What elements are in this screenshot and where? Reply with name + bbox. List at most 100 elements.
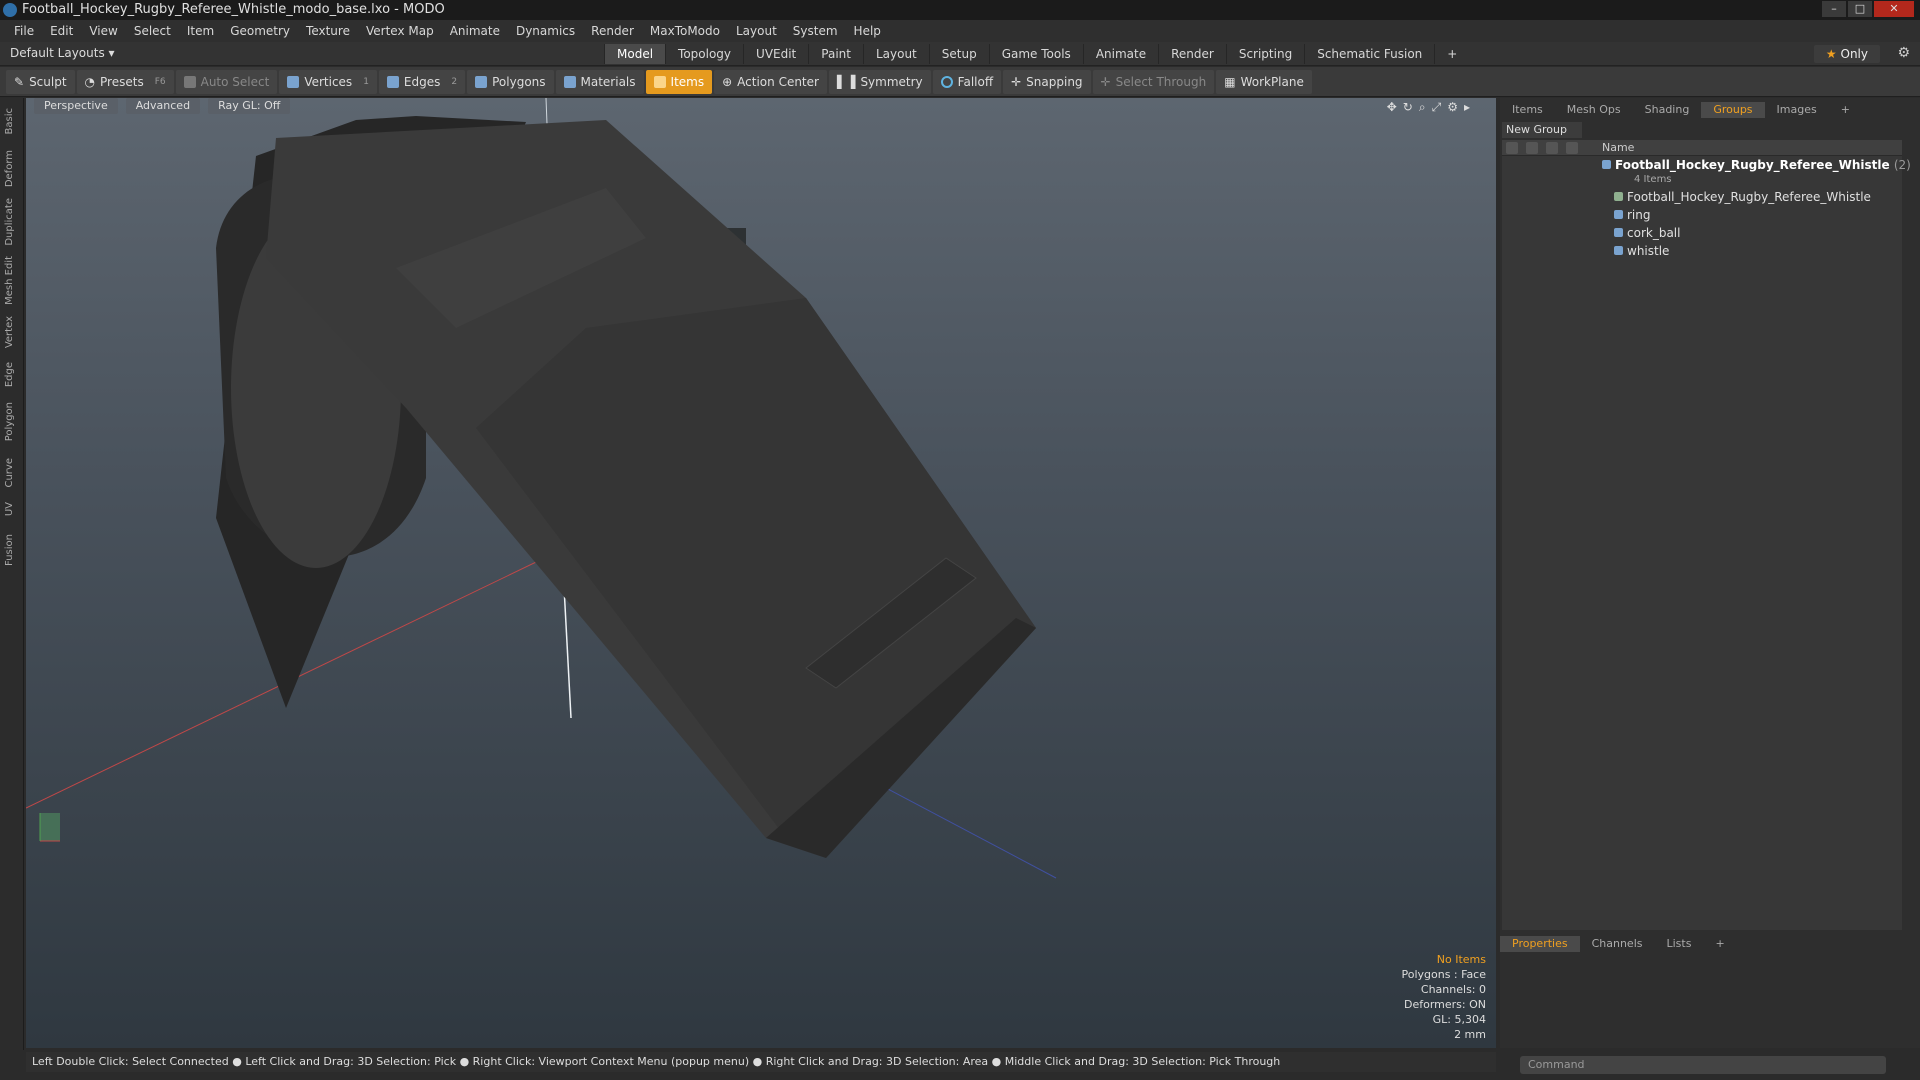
menu-geometry[interactable]: Geometry xyxy=(222,24,298,38)
move-view-icon[interactable]: ✥ xyxy=(1387,100,1403,114)
fit-icon[interactable]: ⤢ xyxy=(1432,100,1448,114)
menu-vertex-map[interactable]: Vertex Map xyxy=(358,24,442,38)
new-group-button[interactable]: New Group xyxy=(1502,122,1582,138)
stat-deformers: Deformers: ON xyxy=(1404,998,1486,1011)
viewport-gear-icon[interactable]: ⚙ xyxy=(1447,100,1464,114)
items-button[interactable]: Items xyxy=(645,69,713,94)
add-bottom-tab-button[interactable]: + xyxy=(1703,936,1736,952)
tab-channels[interactable]: Channels xyxy=(1580,936,1655,952)
tab-render[interactable]: Render xyxy=(1158,44,1226,64)
workplane-button[interactable]: ▦ WorkPlane xyxy=(1216,69,1312,94)
view-type-dropdown[interactable]: Perspective xyxy=(34,98,118,114)
close-button[interactable]: ✕ xyxy=(1874,1,1914,17)
right-panel-tabs: Items Mesh Ops Shading Groups Images + xyxy=(1500,102,1862,118)
tab-deform[interactable]: Deform xyxy=(4,150,15,187)
sculpt-button[interactable]: ✎ Sculpt xyxy=(6,69,75,94)
polygons-icon xyxy=(475,75,488,88)
polygons-button[interactable]: Polygons xyxy=(467,69,554,94)
raygl-toggle[interactable]: Ray GL: Off xyxy=(208,98,291,114)
edges-button[interactable]: Edges 2 xyxy=(378,69,466,94)
tab-items[interactable]: Items xyxy=(1500,102,1555,118)
scene-canvas[interactable] xyxy=(26,98,1496,1048)
gear-icon[interactable]: ⚙ xyxy=(1897,45,1910,61)
render-column-icon[interactable] xyxy=(1526,142,1538,154)
menu-file[interactable]: File xyxy=(6,24,42,38)
3d-viewport[interactable]: Perspective Advanced Ray GL: Off ✥↻⌕⤢⚙▸ … xyxy=(26,98,1496,1048)
tab-properties[interactable]: Properties xyxy=(1500,936,1580,952)
expand-arrow-icon[interactable]: ▸ xyxy=(1464,100,1476,114)
symmetry-button[interactable]: ▌▐ Symmetry xyxy=(828,69,931,94)
select-column-icon[interactable] xyxy=(1566,142,1578,154)
menu-animate[interactable]: Animate xyxy=(442,24,508,38)
tab-setup[interactable]: Setup xyxy=(928,44,989,64)
menu-dynamics[interactable]: Dynamics xyxy=(508,24,583,38)
tab-edge[interactable]: Edge xyxy=(4,362,15,387)
add-tab-button[interactable]: + xyxy=(1434,44,1469,64)
tab-model[interactable]: Model xyxy=(604,44,666,64)
tab-scripting[interactable]: Scripting xyxy=(1225,44,1304,64)
tab-fusion[interactable]: Fusion xyxy=(4,534,15,566)
tab-images[interactable]: Images xyxy=(1765,102,1829,118)
tab-groups[interactable]: Groups xyxy=(1701,102,1765,118)
materials-button[interactable]: Materials xyxy=(555,69,644,94)
menu-help[interactable]: Help xyxy=(846,24,889,38)
action-center-button[interactable]: ⊕ Action Center xyxy=(714,69,827,94)
tab-uvedit[interactable]: UVEdit xyxy=(743,44,808,64)
select-through-button[interactable]: ✛ Select Through xyxy=(1092,69,1215,94)
tab-schematic-fusion[interactable]: Schematic Fusion xyxy=(1304,44,1434,64)
list-item[interactable]: ring xyxy=(1614,208,1651,222)
snapping-button[interactable]: ✛ Snapping xyxy=(1003,69,1091,94)
rotate-view-icon[interactable]: ↻ xyxy=(1403,100,1419,114)
list-item[interactable]: cork_ball xyxy=(1614,226,1680,240)
shading-dropdown[interactable]: Advanced xyxy=(125,98,201,114)
tab-curve[interactable]: Curve xyxy=(4,458,15,488)
tab-mesh-edit[interactable]: Mesh Edit xyxy=(4,256,15,305)
menu-system[interactable]: System xyxy=(785,24,846,38)
menu-select[interactable]: Select xyxy=(126,24,179,38)
vertices-button[interactable]: Vertices 1 xyxy=(279,69,377,94)
tab-shading[interactable]: Shading xyxy=(1633,102,1702,118)
minimize-button[interactable]: – xyxy=(1822,1,1846,17)
tab-topology[interactable]: Topology xyxy=(665,44,743,64)
menu-item[interactable]: Item xyxy=(179,24,222,38)
add-panel-tab-button[interactable]: + xyxy=(1829,102,1862,118)
tab-paint[interactable]: Paint xyxy=(808,44,863,64)
tab-lists[interactable]: Lists xyxy=(1655,936,1704,952)
auto-select-button[interactable]: Auto Select xyxy=(175,69,278,94)
properties-tabs: Properties Channels Lists + xyxy=(1500,936,1737,952)
group-item-count: 4 Items xyxy=(1634,174,1672,185)
default-layouts-dropdown[interactable]: Default Layouts ▾ xyxy=(10,46,115,60)
group-row[interactable]: Football_Hockey_Rugby_Referee_Whistle (2… xyxy=(1602,158,1911,172)
command-input[interactable]: Command xyxy=(1520,1056,1886,1074)
maximize-button[interactable]: □ xyxy=(1848,1,1872,17)
tab-mesh-ops[interactable]: Mesh Ops xyxy=(1555,102,1633,118)
list-item[interactable]: Football_Hockey_Rugby_Referee_Whistle xyxy=(1614,190,1871,204)
tab-vertex[interactable]: Vertex xyxy=(4,316,15,348)
list-item[interactable]: whistle xyxy=(1614,244,1669,258)
lock-column-icon[interactable] xyxy=(1546,142,1558,154)
menu-texture[interactable]: Texture xyxy=(298,24,358,38)
only-button[interactable]: ★ Only xyxy=(1813,45,1880,63)
zoom-icon[interactable]: ⌕ xyxy=(1419,100,1432,114)
select-through-icon: ✛ xyxy=(1100,74,1111,89)
menu-view[interactable]: View xyxy=(81,24,125,38)
tab-layout[interactable]: Layout xyxy=(862,44,929,64)
menu-maxtomodo[interactable]: MaxToModo xyxy=(642,24,728,38)
visibility-column-icon[interactable] xyxy=(1506,142,1518,154)
menu-edit[interactable]: Edit xyxy=(42,24,81,38)
list-item-label: ring xyxy=(1627,208,1651,222)
menu-layout[interactable]: Layout xyxy=(728,24,785,38)
presets-button[interactable]: ◔ Presets F6 xyxy=(76,69,174,94)
brush-icon: ✎ xyxy=(14,74,25,89)
tab-duplicate[interactable]: Duplicate xyxy=(4,198,15,246)
snapping-label: Snapping xyxy=(1026,74,1083,89)
right-panel: Items Mesh Ops Shading Groups Images + N… xyxy=(1500,98,1920,1074)
tab-polygon[interactable]: Polygon xyxy=(4,402,15,441)
tab-basic[interactable]: Basic xyxy=(4,108,15,134)
menu-render[interactable]: Render xyxy=(583,24,642,38)
window-controls: – □ ✕ xyxy=(1822,0,1914,20)
falloff-button[interactable]: Falloff xyxy=(932,69,1002,94)
tab-animate[interactable]: Animate xyxy=(1082,44,1158,64)
tab-game-tools[interactable]: Game Tools xyxy=(988,44,1083,64)
tab-uv[interactable]: UV xyxy=(4,502,15,516)
